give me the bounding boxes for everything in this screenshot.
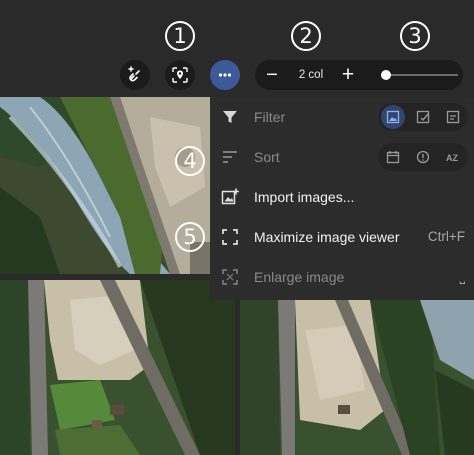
- menu-item-sort[interactable]: Sort AZ: [210, 137, 474, 177]
- check-image-icon: [416, 110, 430, 124]
- callout-1: 1: [165, 21, 195, 51]
- menu-item-enlarge[interactable]: Enlarge image ⎵: [210, 257, 474, 297]
- filter-images-button[interactable]: [381, 105, 405, 129]
- size-slider-thumb[interactable]: [380, 70, 391, 80]
- filter-other-button[interactable]: [441, 105, 465, 129]
- sort-by-status-button[interactable]: [411, 145, 435, 169]
- size-slider[interactable]: [382, 74, 458, 76]
- image-settings-icon: [446, 110, 460, 124]
- svg-text:AZ: AZ: [446, 153, 458, 163]
- callout-3: 3: [400, 21, 430, 51]
- menu-item-label: Import images...: [254, 189, 355, 205]
- shortcut-label: Ctrl+F: [427, 229, 465, 244]
- more-dots-icon: [218, 73, 232, 77]
- callout-5: 5: [175, 222, 205, 252]
- location-pin-icon: [172, 67, 188, 83]
- calendar-icon: [386, 151, 400, 164]
- shortcut-label: ⎵: [459, 269, 465, 284]
- decrease-columns-button[interactable]: −: [261, 60, 283, 90]
- menu-item-label: Filter: [254, 109, 286, 125]
- maximize-icon: [222, 229, 238, 245]
- sort-options: AZ: [378, 143, 468, 171]
- location-button[interactable]: [165, 60, 195, 90]
- image-thumbnail-2[interactable]: [0, 280, 235, 455]
- menu-item-label: Sort: [254, 149, 280, 165]
- more-options-menu: Filter Sort AZ Import images... Maximize…: [210, 97, 474, 300]
- add-link-icon: [128, 66, 140, 82]
- menu-item-label: Maximize image viewer: [254, 229, 400, 245]
- image-icon: [386, 110, 400, 124]
- aerial-photo: [240, 300, 474, 455]
- callout-2: 2: [291, 21, 321, 51]
- menu-item-import[interactable]: Import images...: [210, 177, 474, 217]
- sort-by-date-button[interactable]: [381, 145, 405, 169]
- callout-4: 4: [175, 146, 205, 176]
- enlarge-icon: [222, 269, 238, 285]
- image-thumbnail-3[interactable]: [240, 300, 474, 455]
- alert-icon: [416, 150, 430, 164]
- sort-az-icon: AZ: [446, 153, 458, 163]
- sort-by-name-button[interactable]: AZ: [441, 145, 465, 169]
- filter-icon: [223, 111, 237, 123]
- more-options-button[interactable]: [210, 60, 240, 90]
- menu-item-maximize[interactable]: Maximize image viewer Ctrl+F: [210, 217, 474, 257]
- filter-options: [378, 103, 468, 131]
- filter-checked-button[interactable]: [411, 105, 435, 129]
- aerial-photo: [0, 280, 235, 455]
- add-link-button[interactable]: [120, 60, 150, 90]
- menu-item-label: Enlarge image: [254, 269, 345, 285]
- column-count: 2 col: [298, 69, 324, 81]
- column-control: − 2 col +: [255, 60, 463, 90]
- increase-columns-button[interactable]: +: [337, 60, 359, 90]
- import-image-icon: [221, 188, 239, 205]
- menu-item-filter[interactable]: Filter: [210, 97, 474, 137]
- sort-icon: [223, 151, 237, 163]
